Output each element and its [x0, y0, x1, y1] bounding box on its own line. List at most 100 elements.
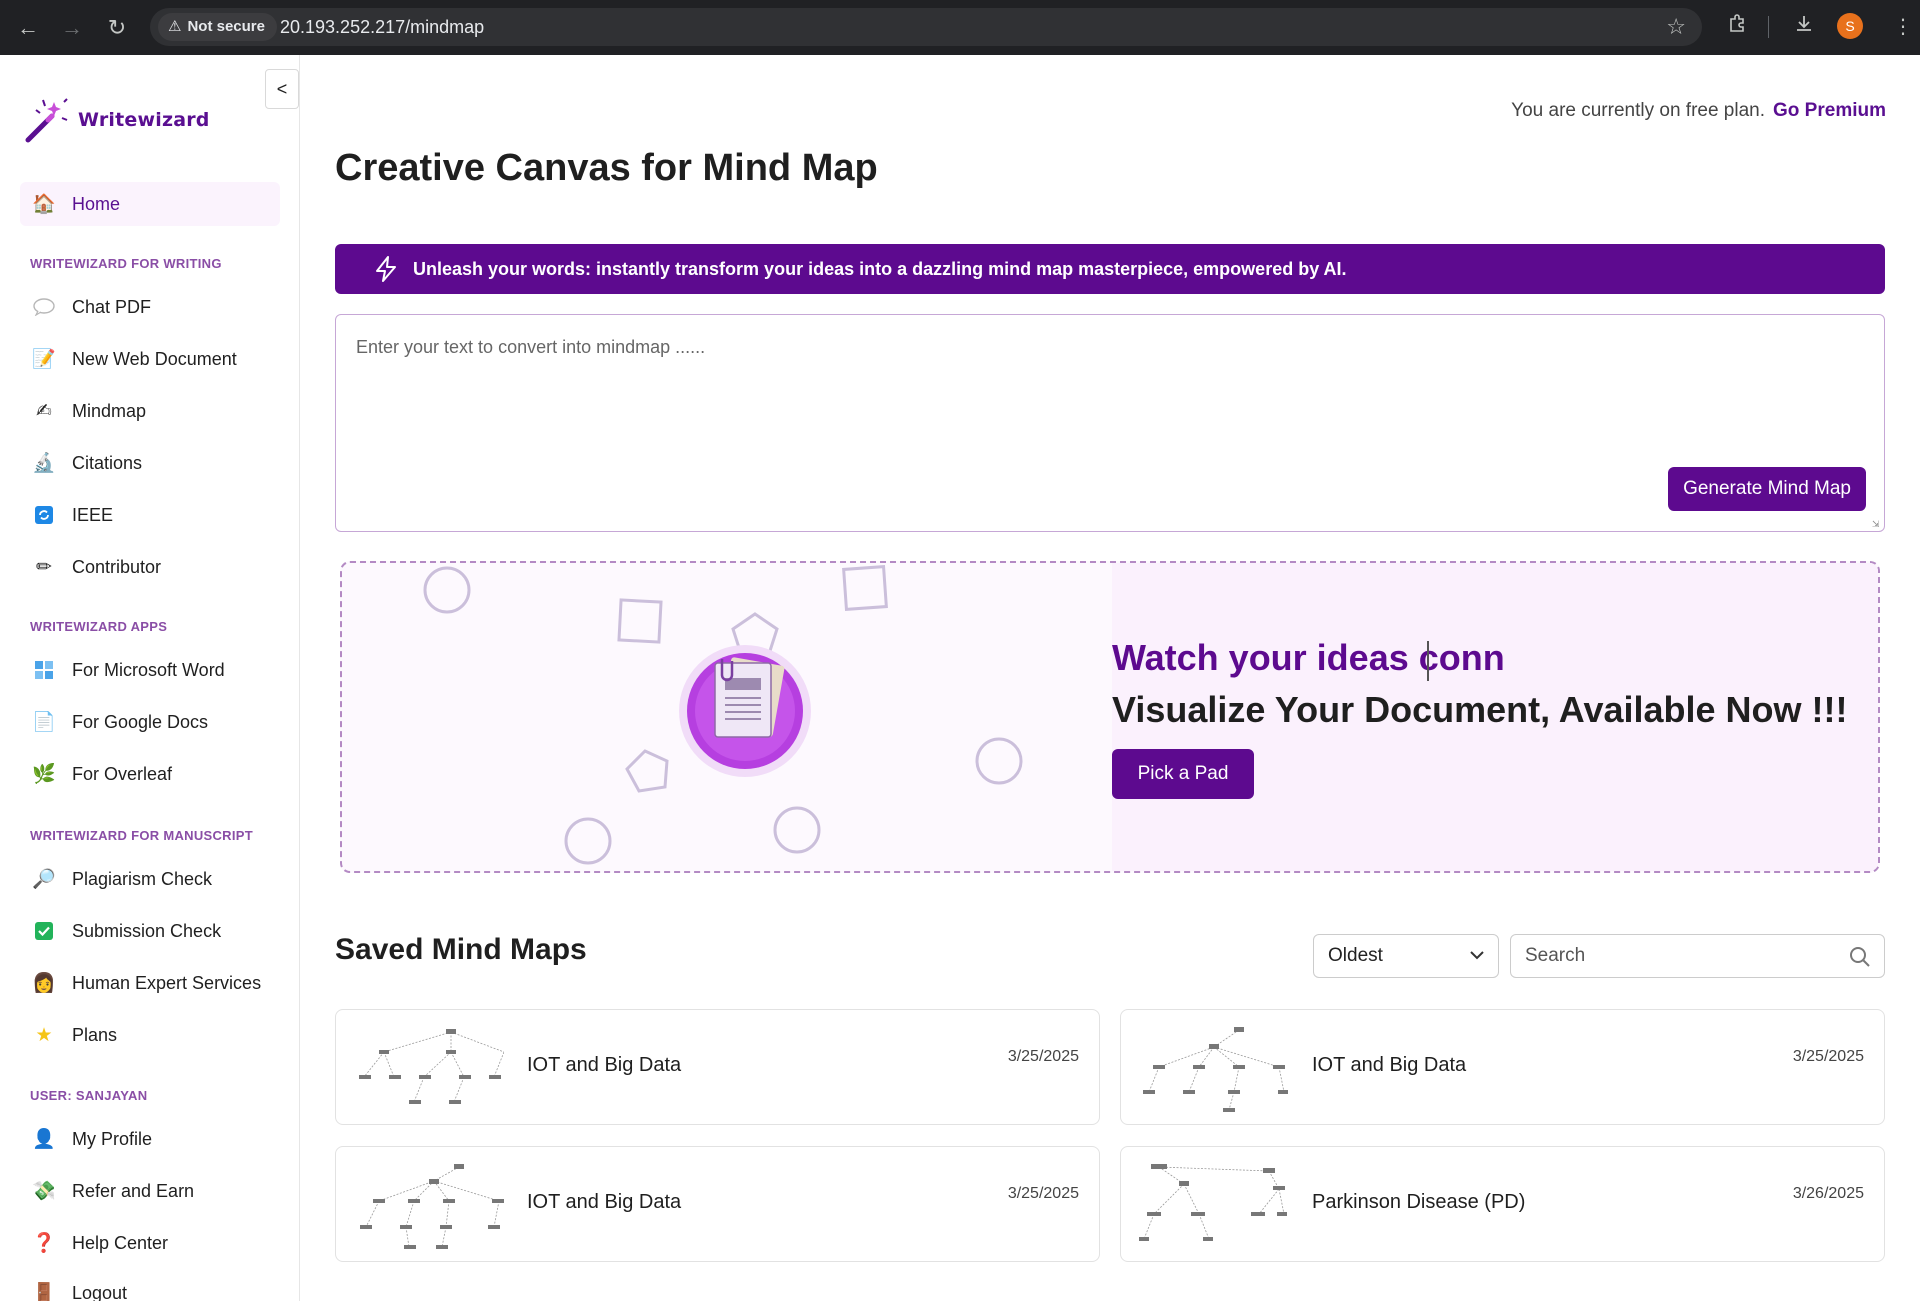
generate-mind-map-button[interactable]: Generate Mind Map [1668, 467, 1866, 511]
sidebar-item-plagiarism-check[interactable]: 🔎 Plagiarism Check [20, 857, 280, 901]
mindmap-card-date: 3/25/2025 [1792, 1048, 1864, 1065]
magic-wand-icon [25, 98, 68, 143]
typing-caret [1427, 641, 1429, 681]
sidebar-item-help-center[interactable]: ❓ Help Center [20, 1221, 280, 1265]
sidebar-item-label: Chat PDF [72, 296, 152, 317]
go-premium-link[interactable]: Go Premium [1773, 100, 1886, 121]
collapse-sidebar-button[interactable]: < [265, 69, 299, 109]
decor-square [617, 598, 663, 644]
sidebar-item-label: For Overleaf [72, 763, 173, 784]
promo-typing-heading: Watch your ideas conn [1112, 637, 1505, 678]
sidebar-item-logout[interactable]: 🚪 Logout [20, 1271, 280, 1301]
magnifier-icon: 🔎 [32, 869, 56, 890]
mindmap-card-date: 3/25/2025 [1007, 1185, 1079, 1202]
mindmap-card[interactable]: IOT and Big Data 3/25/2025 [1120, 1009, 1885, 1125]
writing-hand-icon: ✍ [36, 400, 52, 422]
expert-icon: 👩 [32, 973, 56, 994]
profile-avatar[interactable]: S [1837, 13, 1863, 39]
sidebar-item-label: New Web Document [72, 348, 237, 369]
sidebar-item-microsoft-word[interactable]: For Microsoft Word [20, 648, 280, 692]
door-icon: 🚪 [32, 1283, 56, 1301]
sidebar-item-submission-check[interactable]: Submission Check [20, 909, 280, 953]
sidebar-item-chat-pdf[interactable]: Chat PDF [20, 285, 280, 329]
toolbar-divider [1768, 16, 1769, 38]
not-secure-chip[interactable]: ⚠ Not secure [158, 13, 277, 41]
sidebar-item-plans[interactable]: ★ Plans [20, 1013, 280, 1057]
home-icon: 🏠 [32, 194, 56, 215]
sidebar-item-refer-and-earn[interactable]: 💸 Refer and Earn [20, 1169, 280, 1213]
sidebar-item-citations[interactable]: 🔬 Citations [20, 441, 280, 485]
sidebar-item-label: Submission Check [72, 920, 222, 941]
saved-mind-maps-title: Saved Mind Maps [335, 933, 587, 966]
download-icon[interactable] [1789, 12, 1819, 42]
forward-arrow-icon[interactable]: → [58, 14, 86, 42]
sidebar-item-label: IEEE [72, 504, 114, 525]
mindmap-thumbnail [360, 1164, 504, 1249]
document-badge-icon [679, 645, 811, 777]
browser-toolbar: ← → ↻ ⚠ Not secure 20.193.252.217/mindmap… [0, 0, 1920, 55]
url-text[interactable]: 20.193.252.217/mindmap [280, 8, 484, 46]
back-arrow-icon[interactable]: ← [14, 14, 42, 42]
sidebar-item-label: Contributor [72, 556, 162, 577]
decor-circle [975, 737, 1023, 785]
checkbox-icon [32, 919, 56, 943]
promo-illustration [423, 565, 1023, 865]
sidebar-item-ieee[interactable]: IEEE [20, 493, 280, 537]
decor-circle [564, 817, 612, 865]
sidebar-item-human-expert-services[interactable]: 👩 Human Expert Services [20, 961, 280, 1005]
sidebar: < Writewizard 🏠 Home WRITEWIZARD FOR WRI… [0, 55, 300, 1301]
sidebar-item-contributor[interactable]: ✏ Contributor [20, 545, 280, 589]
sidebar-item-my-profile[interactable]: 👤 My Profile [20, 1117, 280, 1161]
search-input[interactable] [1511, 935, 1831, 977]
sidebar-item-overleaf[interactable]: 🌿 For Overleaf [20, 752, 280, 796]
decor-square [842, 565, 888, 611]
menu-kebab-icon[interactable]: ⋮ [1888, 12, 1918, 42]
banner-text: Unleash your words: instantly transform … [413, 258, 1347, 279]
section-label-apps: WRITEWIZARD APPS [30, 619, 168, 634]
sidebar-item-google-docs[interactable]: 📄 For Google Docs [20, 700, 280, 744]
mindmap-card-title: Parkinson Disease (PD) [1312, 1191, 1526, 1213]
mindmap-card[interactable]: IOT and Big Data 3/25/2025 [335, 1146, 1100, 1262]
security-label: Not secure [187, 18, 265, 35]
mindmap-thumbnail [1139, 1164, 1287, 1241]
leaf-icon: 🌿 [32, 764, 56, 785]
plan-text: You are currently on free plan. [1511, 100, 1766, 121]
decor-circle [773, 806, 821, 854]
mindmap-text-input[interactable] [336, 315, 1884, 531]
lightning-bolt-icon [373, 255, 399, 283]
bookmark-star-icon[interactable]: ☆ [1666, 8, 1686, 46]
sidebar-item-label: For Microsoft Word [72, 659, 225, 680]
warning-icon: ⚠ [168, 18, 182, 35]
sort-select[interactable]: Oldest [1313, 934, 1499, 978]
sidebar-item-new-web-document[interactable]: 📝 New Web Document [20, 337, 280, 381]
mindmap-card[interactable]: IOT and Big Data 3/25/2025 [335, 1009, 1100, 1125]
decor-circle [423, 566, 471, 614]
address-bar[interactable]: ⚠ Not secure 20.193.252.217/mindmap ☆ [150, 8, 1702, 46]
search-icon[interactable] [1848, 945, 1872, 974]
sidebar-item-label: Refer and Earn [72, 1180, 195, 1201]
brand-name: Writewizard [78, 109, 210, 131]
star-icon: ★ [35, 1024, 53, 1046]
extensions-icon[interactable] [1723, 12, 1753, 42]
pick-a-pad-button[interactable]: Pick a Pad [1112, 749, 1254, 799]
sidebar-item-label: My Profile [72, 1128, 153, 1149]
ieee-icon [32, 503, 56, 527]
sidebar-item-label: Plans [72, 1024, 118, 1045]
sidebar-item-label: For Google Docs [72, 711, 209, 732]
microscope-icon: 🔬 [32, 453, 56, 474]
sidebar-item-home[interactable]: 🏠 Home [20, 182, 280, 226]
memo-icon: 📝 [32, 349, 56, 370]
resize-handle-icon[interactable]: ⇲ [1872, 519, 1882, 529]
mindmap-card[interactable]: Parkinson Disease (PD) 3/26/2025 [1120, 1146, 1885, 1262]
mindmap-card-date: 3/26/2025 [1792, 1185, 1864, 1202]
ai-banner: Unleash your words: instantly transform … [335, 244, 1885, 294]
reload-icon[interactable]: ↻ [103, 14, 131, 42]
brand-logo[interactable]: Writewizard [22, 95, 210, 145]
page-title: Creative Canvas for Mind Map [335, 147, 878, 189]
mindmap-text-area: Generate Mind Map ⇲ [335, 314, 1885, 532]
sort-selected-value: Oldest [1328, 945, 1383, 966]
sidebar-item-mindmap[interactable]: ✍ Mindmap [20, 389, 280, 433]
decor-pentagon [625, 749, 669, 793]
document-icon: 📄 [32, 712, 56, 733]
promo-card: Watch your ideas conn Visualize Your Doc… [340, 561, 1880, 873]
